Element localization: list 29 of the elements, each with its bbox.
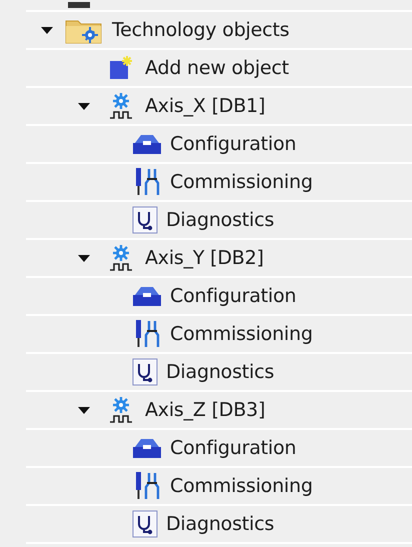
stethoscope-icon [132, 510, 158, 538]
stethoscope-icon [132, 358, 158, 386]
caret-icon[interactable] [40, 25, 54, 35]
tree-item[interactable]: Diagnostics [166, 510, 274, 538]
tree-item[interactable]: Add new object [145, 54, 289, 82]
axis-icon [109, 396, 133, 424]
tree-item[interactable]: Commissioning [170, 320, 313, 348]
tree-item[interactable]: Commissioning [170, 168, 313, 196]
tree-item[interactable]: Axis_X [DB1] [145, 92, 266, 120]
tree-item[interactable]: Diagnostics [166, 206, 274, 234]
axis-icon [109, 244, 133, 272]
tree-item[interactable]: Configuration [170, 434, 296, 462]
new-object-icon [109, 55, 133, 81]
partial-icon [68, 2, 90, 8]
tree-item[interactable]: Diagnostics [166, 358, 274, 386]
caret-icon[interactable] [77, 101, 91, 111]
toolbox-icon [132, 437, 162, 459]
toolbox-icon [132, 133, 162, 155]
tree-item[interactable]: Technology objects [112, 16, 290, 44]
tree-item[interactable]: Axis_Z [DB3] [145, 396, 266, 424]
toolbox-icon [132, 285, 162, 307]
caret-icon[interactable] [77, 253, 91, 263]
tree-item[interactable]: Configuration [170, 282, 296, 310]
axis-icon [109, 92, 133, 120]
caret-icon[interactable] [77, 405, 91, 415]
stethoscope-icon [132, 206, 158, 234]
tree-item[interactable]: Commissioning [170, 472, 313, 500]
tree-item[interactable]: Axis_Y [DB2] [145, 244, 264, 272]
tree-item[interactable]: Configuration [170, 130, 296, 158]
